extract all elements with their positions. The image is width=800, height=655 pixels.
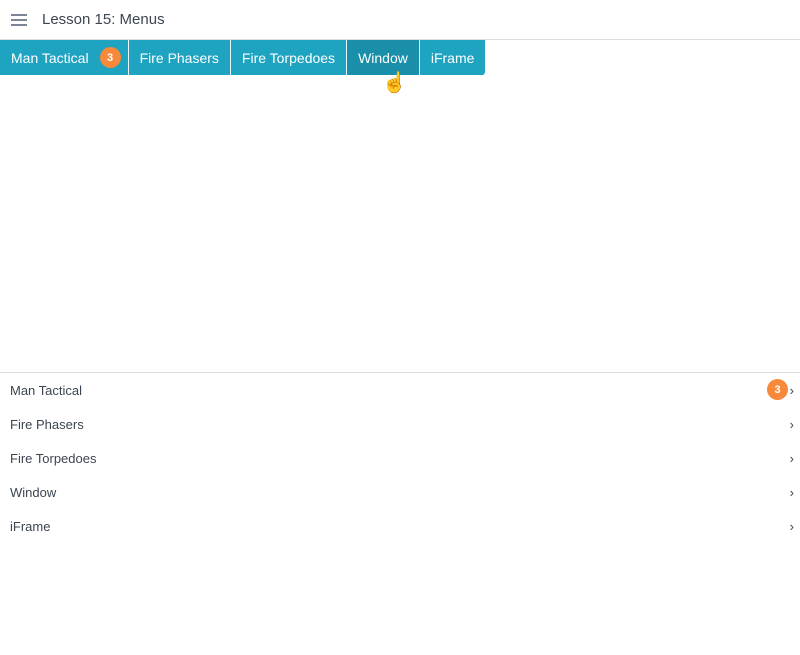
tab-fire-torpedoes[interactable]: Fire Torpedoes (230, 40, 348, 75)
tab-label: Man Tactical (11, 49, 89, 66)
list-item-label: Window (10, 484, 57, 500)
menu-list: Man Tactical 3 › Fire Phasers › Fire Torped… (0, 372, 800, 543)
list-item-label: Man Tactical (10, 382, 83, 398)
chevron-right-icon: › (789, 484, 794, 500)
chevron-right-icon: › (789, 518, 794, 534)
list-item-label: iFrame (10, 518, 51, 534)
list-item-fire-torpedoes[interactable]: Fire Torpedoes › (0, 441, 800, 475)
list-item-iframe[interactable]: iFrame › (0, 509, 800, 543)
tab-iframe[interactable]: iFrame (419, 40, 486, 75)
count-badge: 3 (99, 47, 121, 68)
count-badge: 3 (767, 379, 788, 400)
chevron-right-icon: › (789, 450, 794, 466)
tab-man-tactical[interactable]: Man Tactical 3 (0, 40, 129, 75)
list-item-window[interactable]: Window › (0, 475, 800, 509)
tab-label: iFrame (430, 49, 475, 66)
tab-fire-phasers[interactable]: Fire Phasers (128, 40, 231, 75)
list-item-man-tactical[interactable]: Man Tactical 3 › (0, 373, 800, 407)
tab-label: Fire Torpedoes (241, 49, 336, 66)
chevron-right-icon: › (789, 382, 794, 398)
list-item-fire-phasers[interactable]: Fire Phasers › (0, 407, 800, 441)
list-item-label: Fire Phasers (10, 416, 84, 432)
chevron-right-icon: › (789, 416, 794, 432)
list-item-label: Fire Torpedoes (10, 450, 97, 466)
page-title: Lesson 15: Menus (42, 11, 165, 28)
hand-cursor-icon: ☝ (382, 72, 407, 94)
tab-label: Fire Phasers (139, 49, 219, 66)
menu-bar: Man Tactical 3 Fire Phasers Fire Torpedoe… (0, 40, 486, 75)
hamburger-menu-icon[interactable] (11, 13, 27, 26)
tab-label: Window (358, 49, 408, 66)
app-header: Lesson 15: Menus (0, 0, 800, 40)
